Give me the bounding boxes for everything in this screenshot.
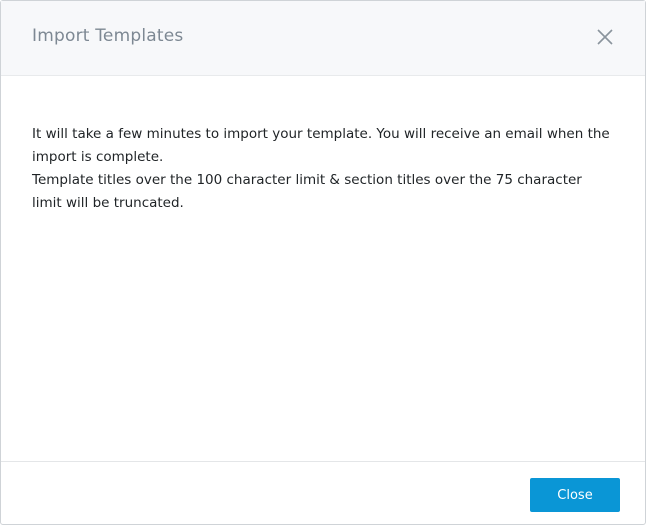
truncation-message: Template titles over the 100 character l… bbox=[32, 172, 582, 211]
dialog-footer: Close bbox=[1, 461, 645, 526]
close-button[interactable]: Close bbox=[530, 478, 620, 512]
dialog-body: It will take a few minutes to import you… bbox=[1, 76, 645, 215]
import-templates-dialog: Import Templates It will take a few minu… bbox=[0, 0, 646, 525]
dialog-header: Import Templates bbox=[1, 1, 645, 76]
close-icon[interactable] bbox=[595, 27, 615, 47]
dialog-title: Import Templates bbox=[32, 26, 184, 46]
import-message: It will take a few minutes to import you… bbox=[32, 126, 610, 165]
